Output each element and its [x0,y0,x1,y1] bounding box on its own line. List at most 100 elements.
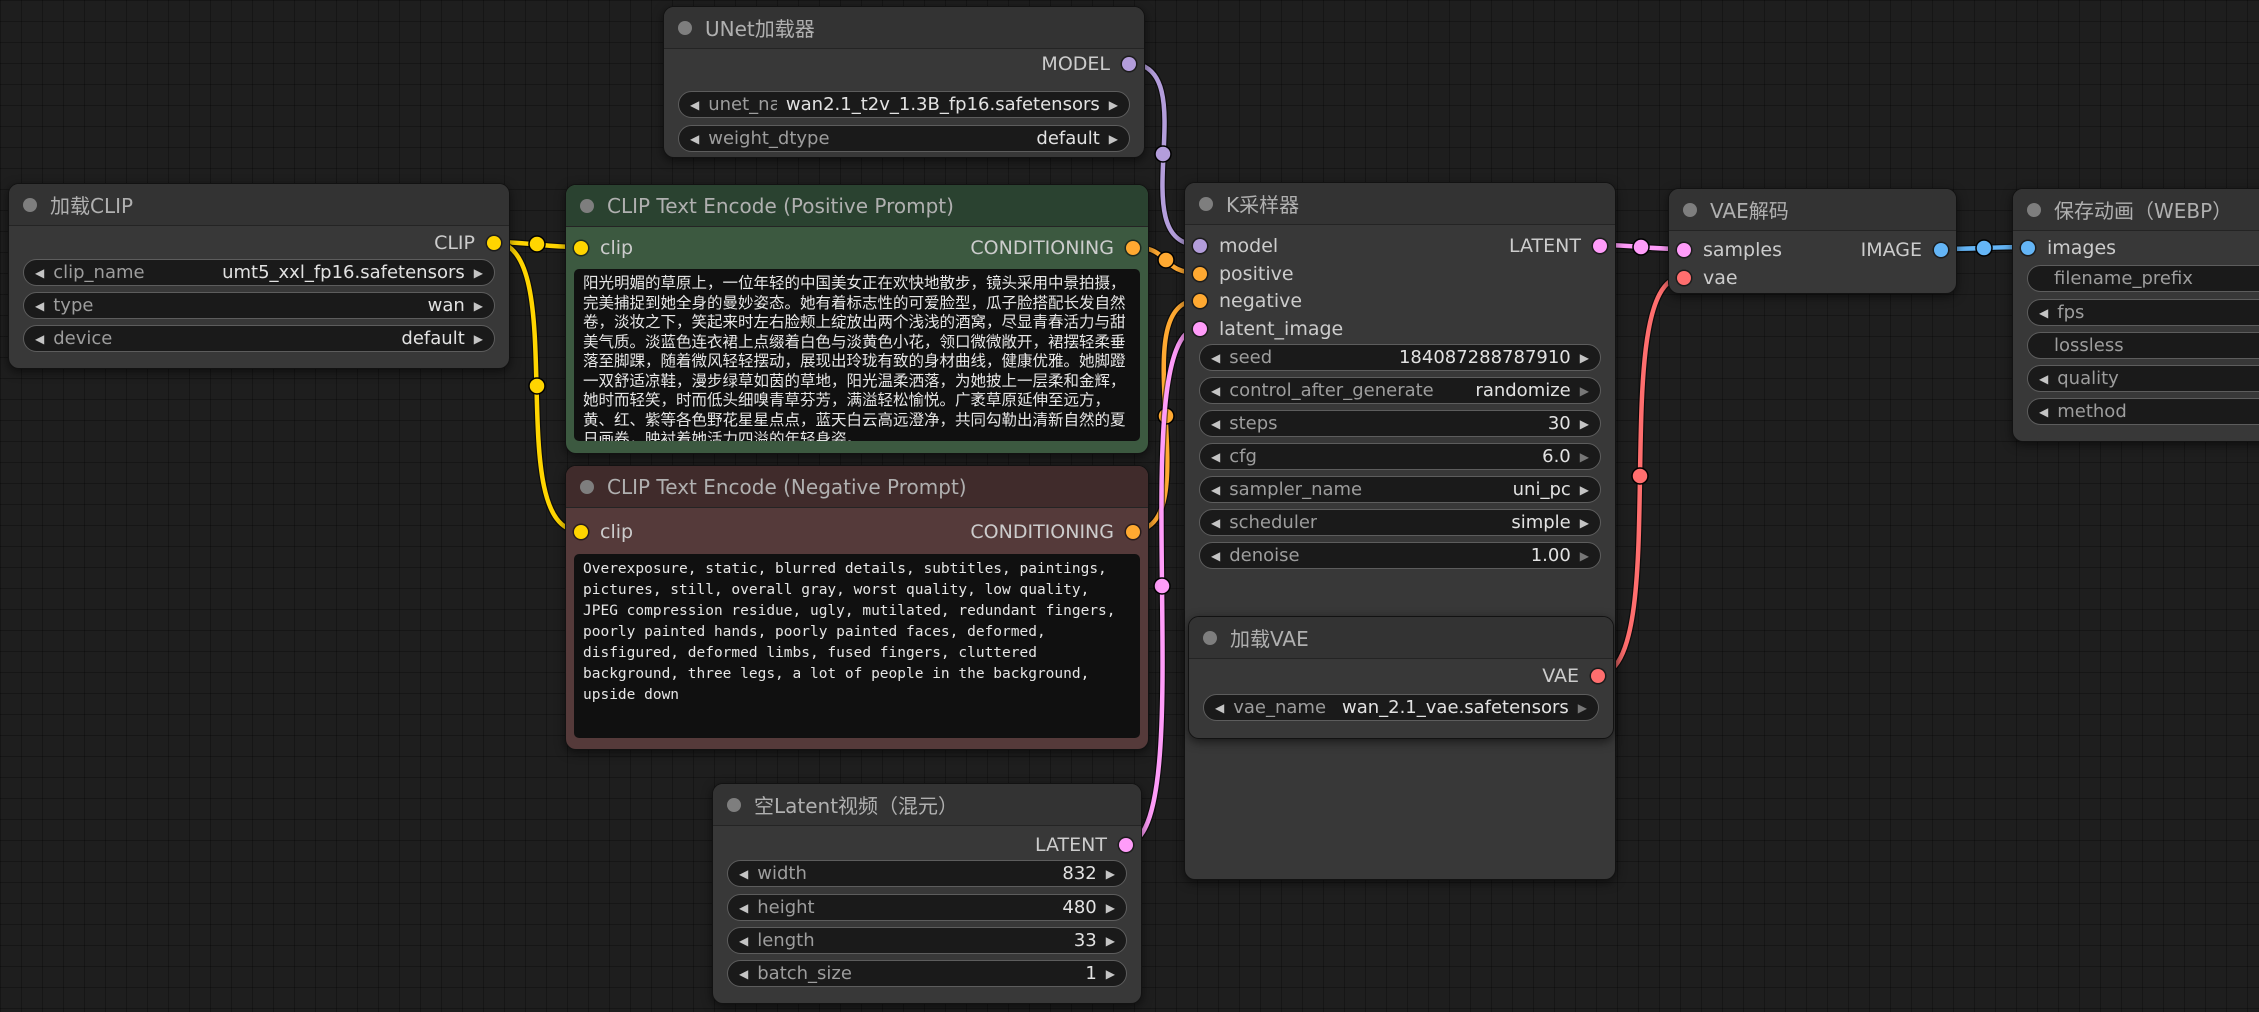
node-titlebar[interactable]: CLIP Text Encode (Negative Prompt) [566,466,1148,508]
prev-arrow-icon[interactable]: ◀ [35,300,44,312]
prev-arrow-icon[interactable]: ◀ [2039,373,2048,385]
next-arrow-icon[interactable]: ▶ [474,267,483,279]
prev-arrow-icon[interactable]: ◀ [739,968,748,980]
model-input-dot[interactable] [1193,239,1207,253]
next-arrow-icon[interactable]: ▶ [1580,517,1589,529]
widget-control-after-generate[interactable]: ◀ control_after_generate randomize ▶ [1199,377,1601,404]
prev-arrow-icon[interactable]: ◀ [739,935,748,947]
next-arrow-icon[interactable]: ▶ [1580,484,1589,496]
vae-output-dot[interactable] [1591,669,1605,683]
widget-vae-name[interactable]: ◀ vae_name wan_2.1_vae.safetensors ▶ [1203,694,1599,721]
latent-output-dot[interactable] [1119,838,1133,852]
next-arrow-icon[interactable]: ▶ [1106,968,1115,980]
node-titlebar[interactable]: 保存动画（WEBP） [2013,189,2259,231]
node-titlebar[interactable]: UNet加载器 [664,7,1144,49]
widget-fps[interactable]: ◀ fps [2027,299,2259,326]
prev-arrow-icon[interactable]: ◀ [690,133,699,145]
node-graph-canvas[interactable]: UNet加载器 MODEL ◀ unet_name wan2.1_t2v_1.3… [0,0,2259,1012]
node-unet-loader[interactable]: UNet加载器 MODEL ◀ unet_name wan2.1_t2v_1.3… [663,6,1145,158]
image-output-dot[interactable] [1934,243,1948,257]
next-arrow-icon[interactable]: ▶ [1109,133,1118,145]
latent-input-dot[interactable] [1677,243,1691,257]
node-titlebar[interactable]: K采样器 [1185,183,1615,225]
prev-arrow-icon[interactable]: ◀ [1215,702,1224,714]
latent-input-dot[interactable] [1193,322,1207,336]
next-arrow-icon[interactable]: ▶ [474,333,483,345]
widget-quality[interactable]: ◀ quality [2027,365,2259,392]
prev-arrow-icon[interactable]: ◀ [739,902,748,914]
widget-clip-device[interactable]: ◀ device default ▶ [23,325,495,352]
clip-input-dot[interactable] [574,525,588,539]
prev-arrow-icon[interactable]: ◀ [1211,352,1220,364]
widget-method[interactable]: ◀ method [2027,398,2259,425]
clip-input-dot[interactable] [574,241,588,255]
widget-filename-prefix[interactable]: filename_prefix [2027,265,2259,292]
prev-arrow-icon[interactable]: ◀ [690,99,699,111]
node-empty-latent-video[interactable]: 空Latent视频（混元） LATENT ◀ width 832 ▶ ◀ hei… [712,783,1142,1004]
prev-arrow-icon[interactable]: ◀ [35,333,44,345]
next-arrow-icon[interactable]: ▶ [1580,550,1589,562]
node-title: UNet加载器 [705,17,815,41]
prev-arrow-icon[interactable]: ◀ [35,267,44,279]
next-arrow-icon[interactable]: ▶ [1580,418,1589,430]
next-arrow-icon[interactable]: ▶ [1580,385,1589,397]
prev-arrow-icon[interactable]: ◀ [2039,307,2048,319]
next-arrow-icon[interactable]: ▶ [1106,868,1115,880]
next-arrow-icon[interactable]: ▶ [1106,902,1115,914]
node-title: VAE解码 [1710,199,1789,223]
node-ksampler[interactable]: K采样器 model positive negative latent_imag… [1184,182,1616,880]
widget-clip-type[interactable]: ◀ type wan ▶ [23,292,495,319]
node-titlebar[interactable]: 加载VAE [1189,617,1613,659]
conditioning-output-dot[interactable] [1126,241,1140,255]
node-titlebar[interactable]: 空Latent视频（混元） [713,784,1141,826]
conditioning-output-dot[interactable] [1126,525,1140,539]
image-input-dot[interactable] [2021,241,2035,255]
prev-arrow-icon[interactable]: ◀ [2039,406,2048,418]
node-save-webp[interactable]: 保存动画（WEBP） images filename_prefix ◀ fps … [2012,188,2259,442]
prev-arrow-icon[interactable]: ◀ [1211,517,1220,529]
clip-output-dot[interactable] [487,236,501,250]
node-titlebar[interactable]: 加载CLIP [9,184,509,226]
next-arrow-icon[interactable]: ▶ [1109,99,1118,111]
widget-width[interactable]: ◀ width 832 ▶ [727,860,1127,887]
node-negative-prompt[interactable]: CLIP Text Encode (Negative Prompt) clip … [565,465,1149,750]
widget-height[interactable]: ◀ height 480 ▶ [727,894,1127,921]
prev-arrow-icon[interactable]: ◀ [1211,484,1220,496]
widget-steps[interactable]: ◀ steps 30 ▶ [1199,410,1601,437]
input-negative: negative [1193,287,1302,315]
node-vae-loader[interactable]: 加载VAE VAE ◀ vae_name wan_2.1_vae.safeten… [1188,616,1614,739]
next-arrow-icon[interactable]: ▶ [1106,935,1115,947]
node-positive-prompt[interactable]: CLIP Text Encode (Positive Prompt) clip … [565,184,1149,454]
widget-sampler-name[interactable]: ◀ sampler_name uni_pc ▶ [1199,476,1601,503]
next-arrow-icon[interactable]: ▶ [1580,352,1589,364]
node-clip-loader[interactable]: 加载CLIP CLIP ◀ clip_name umt5_xxl_fp16.sa… [8,183,510,369]
negative-prompt-textarea[interactable]: Overexposure, static, blurred details, s… [574,554,1140,738]
widget-lossless[interactable]: lossless [2027,332,2259,359]
node-vae-decode[interactable]: VAE解码 samples vae IMAGE [1668,188,1957,294]
prev-arrow-icon[interactable]: ◀ [739,868,748,880]
model-output-dot[interactable] [1122,57,1136,71]
latent-output-dot[interactable] [1593,239,1607,253]
next-arrow-icon[interactable]: ▶ [1578,702,1587,714]
node-titlebar[interactable]: VAE解码 [1669,189,1956,231]
widget-cfg[interactable]: ◀ cfg 6.0 ▶ [1199,443,1601,470]
widget-scheduler[interactable]: ◀ scheduler simple ▶ [1199,509,1601,536]
widget-weight-dtype[interactable]: ◀ weight_dtype default ▶ [678,125,1130,152]
prev-arrow-icon[interactable]: ◀ [1211,385,1220,397]
widget-denoise[interactable]: ◀ denoise 1.00 ▶ [1199,542,1601,569]
widget-clip-name[interactable]: ◀ clip_name umt5_xxl_fp16.safetensors ▶ [23,259,495,286]
prev-arrow-icon[interactable]: ◀ [1211,418,1220,430]
node-titlebar[interactable]: CLIP Text Encode (Positive Prompt) [566,185,1148,227]
widget-seed[interactable]: ◀ seed 184087288787910 ▶ [1199,344,1601,371]
next-arrow-icon[interactable]: ▶ [474,300,483,312]
positive-prompt-textarea[interactable]: 阳光明媚的草原上，一位年轻的中国美女正在欢快地散步，镜头采用中景拍摄，完美捕捉到… [574,269,1140,441]
prev-arrow-icon[interactable]: ◀ [1211,451,1220,463]
conditioning-input-dot[interactable] [1193,294,1207,308]
conditioning-input-dot[interactable] [1193,267,1207,281]
widget-length[interactable]: ◀ length 33 ▶ [727,927,1127,954]
next-arrow-icon[interactable]: ▶ [1580,451,1589,463]
widget-unet-name[interactable]: ◀ unet_name wan2.1_t2v_1.3B_fp16.safeten… [678,91,1130,118]
prev-arrow-icon[interactable]: ◀ [1211,550,1220,562]
widget-batch-size[interactable]: ◀ batch_size 1 ▶ [727,960,1127,987]
vae-input-dot[interactable] [1677,271,1691,285]
